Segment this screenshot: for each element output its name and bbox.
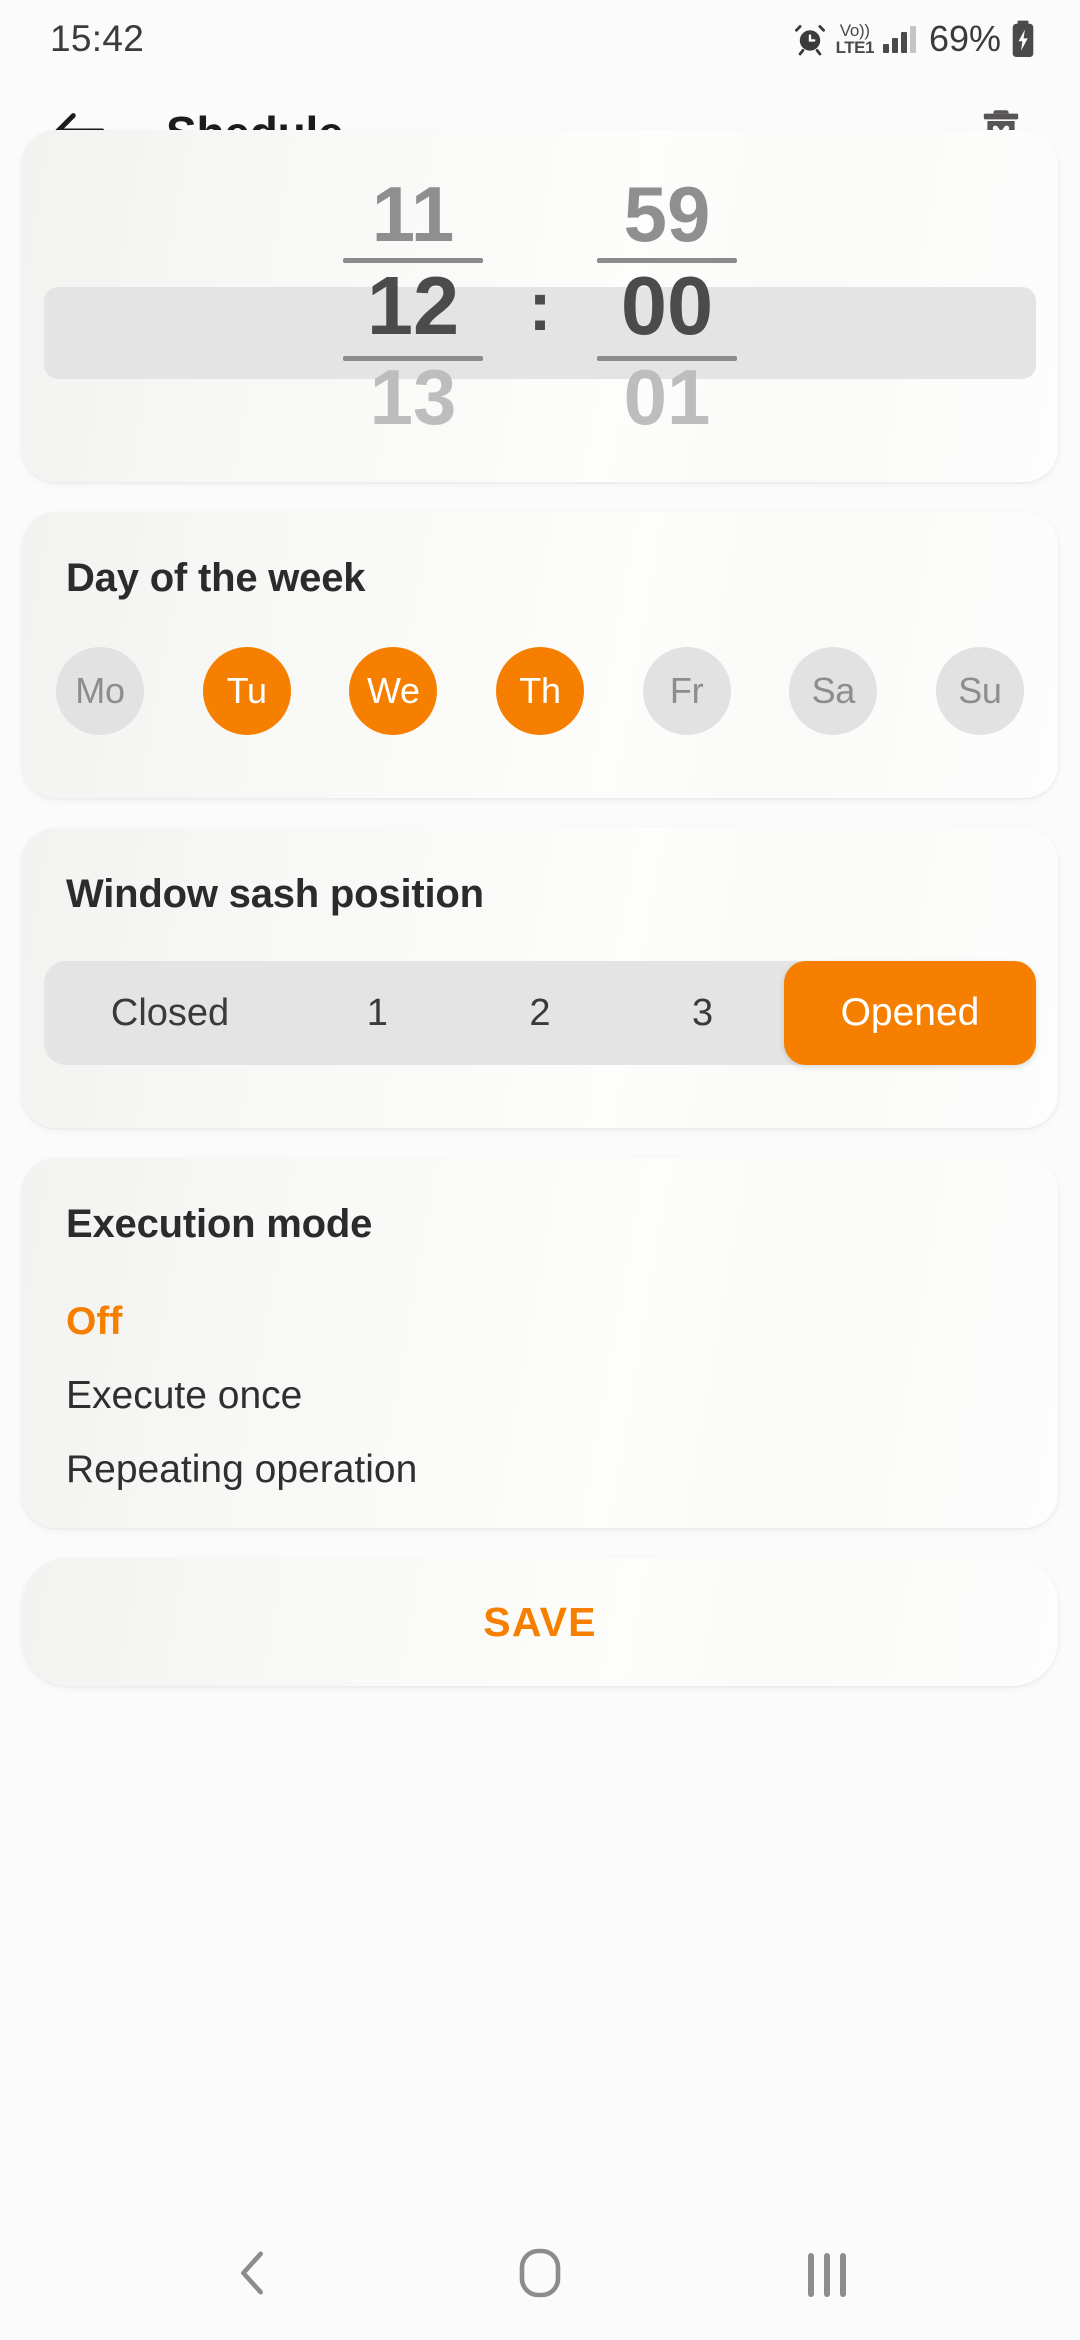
sash-option-closed[interactable]: Closed <box>44 961 296 1065</box>
volte-line-1: Vo)) <box>839 21 870 40</box>
execution-mode-option-off[interactable]: Off <box>22 1285 1058 1359</box>
execution-mode-card: Execution mode Off Execute once Repeatin… <box>22 1158 1058 1528</box>
sash-option-1[interactable]: 1 <box>296 961 459 1065</box>
volte-line-2: LTE1 <box>835 38 875 57</box>
hour-next-value[interactable]: 13 <box>315 352 511 472</box>
nav-back-icon <box>231 2248 275 2303</box>
minute-divider-top <box>597 258 737 263</box>
minute-selected-value[interactable]: 00 <box>569 259 765 352</box>
hour-wheel[interactable]: 11 12 13 <box>315 140 511 472</box>
nav-home-icon <box>515 2245 565 2306</box>
minute-divider-bottom <box>597 356 737 361</box>
minute-wheel[interactable]: 59 00 01 <box>569 140 765 472</box>
hour-divider-bottom <box>343 356 483 361</box>
save-button[interactable]: SAVE <box>22 1558 1058 1686</box>
sash-position-segmented-control: Closed 1 2 3 Opened <box>44 961 1036 1065</box>
volte-indicator: Vo)) LTE1 <box>835 21 875 57</box>
time-picker-columns: 11 12 13 : 59 00 01 <box>22 130 1058 482</box>
sash-option-2[interactable]: 2 <box>459 961 622 1065</box>
execution-mode-title: Execution mode <box>66 1202 373 1246</box>
status-bar-indicators: Vo)) LTE1 69% <box>793 18 1036 60</box>
hour-prev-value[interactable]: 11 <box>315 140 511 260</box>
battery-charging-icon <box>1010 20 1036 58</box>
sash-option-opened[interactable]: Opened <box>783 961 1036 1065</box>
day-chip-tu[interactable]: Tu <box>202 647 291 735</box>
status-bar-clock: 15:42 <box>50 18 145 59</box>
execution-mode-option-execute-once[interactable]: Execute once <box>22 1359 1058 1433</box>
day-chip-sa[interactable]: Sa <box>789 647 878 735</box>
day-chip-fr[interactable]: Fr <box>642 647 731 735</box>
hour-selected-value[interactable]: 12 <box>315 259 511 352</box>
minute-next-value[interactable]: 01 <box>569 352 765 472</box>
day-of-week-chips: Mo Tu We Th Fr Sa Su <box>22 601 1058 735</box>
window-sash-position-card: Window sash position Closed 1 2 3 Opened <box>22 828 1058 1128</box>
signal-bars-icon <box>882 25 916 53</box>
save-button-label: SAVE <box>483 1598 597 1645</box>
alarm-clock-icon <box>793 22 827 56</box>
nav-back-button[interactable] <box>203 2225 303 2325</box>
nav-home-button[interactable] <box>490 2225 590 2325</box>
day-of-week-title: Day of the week <box>66 556 366 600</box>
time-separator: : <box>528 267 552 345</box>
sash-option-3[interactable]: 3 <box>621 961 784 1065</box>
system-navigation-bar <box>0 2210 1080 2340</box>
day-chip-su[interactable]: Su <box>935 647 1024 735</box>
hour-divider-top <box>343 258 483 263</box>
scroll-content: 11 12 13 : 59 00 01 Day of the week Mo T… <box>0 130 1080 2210</box>
day-of-week-card: Day of the week Mo Tu We Th Fr Sa Su <box>22 512 1058 798</box>
day-chip-th[interactable]: Th <box>495 647 584 735</box>
nav-recents-button[interactable] <box>777 2225 877 2325</box>
minute-prev-value[interactable]: 59 <box>569 140 765 260</box>
window-sash-position-title: Window sash position <box>66 872 484 916</box>
battery-percent-label: 69% <box>928 18 1001 59</box>
day-chip-mo[interactable]: Mo <box>56 647 144 735</box>
execution-mode-option-repeating[interactable]: Repeating operation <box>22 1433 1058 1507</box>
time-picker-wheels: 11 12 13 : 59 00 01 <box>22 130 1058 482</box>
nav-recents-icon <box>807 2253 846 2297</box>
day-chip-we[interactable]: We <box>349 647 438 735</box>
status-bar: 15:42 Vo)) LTE1 69% <box>0 0 1080 78</box>
time-picker-card: 11 12 13 : 59 00 01 <box>22 130 1058 482</box>
